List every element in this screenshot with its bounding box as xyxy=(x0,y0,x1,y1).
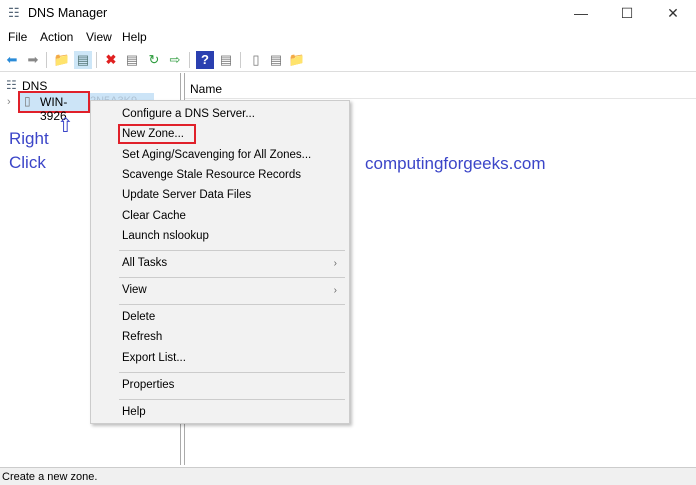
toolbar-separator xyxy=(96,52,97,68)
watermark: computingforgeeks.com xyxy=(365,154,546,173)
menu-action[interactable]: Action xyxy=(40,30,73,44)
menu-item-export[interactable]: Export List... xyxy=(122,352,186,364)
toolbar-separator xyxy=(46,52,47,68)
menu-item-nslookup[interactable]: Launch nslookup xyxy=(122,230,209,242)
menu-separator xyxy=(119,277,345,278)
menu-file[interactable]: File xyxy=(8,30,27,44)
export-icon[interactable]: ⇨ xyxy=(166,51,184,69)
menu-item-view[interactable]: View xyxy=(122,284,147,296)
menu-item-new-zone[interactable]: New Zone... xyxy=(122,128,184,140)
menu-item-update-files[interactable]: Update Server Data Files xyxy=(122,189,251,201)
column-header-name[interactable]: Name xyxy=(190,82,222,96)
highlight-box: WIN-3926 xyxy=(18,91,90,123)
annotation-click: Click xyxy=(9,153,46,172)
action-pane-icon[interactable]: ▤ xyxy=(217,51,235,69)
menu-separator xyxy=(119,372,345,373)
status-bar: Create a new zone. xyxy=(0,467,696,485)
menu-bar: File Action View Help xyxy=(0,27,696,47)
status-text: Create a new zone. xyxy=(2,471,98,483)
menu-help[interactable]: Help xyxy=(122,30,147,44)
list-icon[interactable]: ▤ xyxy=(267,51,285,69)
delete-icon[interactable]: ✖ xyxy=(102,51,120,69)
menu-item-aging[interactable]: Set Aging/Scavenging for All Zones... xyxy=(122,149,311,161)
toolbar-separator xyxy=(189,52,190,68)
back-icon[interactable]: ⬅ xyxy=(3,51,21,69)
forward-icon[interactable]: ➡ xyxy=(24,51,42,69)
menu-item-scavenge[interactable]: Scavenge Stale Resource Records xyxy=(122,169,301,181)
arrow-up-icon: ⇧ xyxy=(57,115,74,137)
toolbar-separator xyxy=(240,52,241,68)
maximize-button[interactable]: ☐ xyxy=(604,0,650,27)
submenu-arrow-icon: › xyxy=(333,258,337,269)
header-divider xyxy=(185,98,696,99)
expand-chevron-icon[interactable]: › xyxy=(7,96,11,108)
context-menu: Configure a DNS Server... New Zone... Se… xyxy=(90,100,350,424)
dns-icon: ☷ xyxy=(6,78,17,92)
title-bar: ☷ DNS Manager — ☐ ✕ xyxy=(0,0,696,27)
menu-separator xyxy=(119,304,345,305)
menu-view[interactable]: View xyxy=(86,30,112,44)
submenu-arrow-icon: › xyxy=(333,285,337,296)
minimize-button[interactable]: — xyxy=(558,0,604,27)
menu-item-properties[interactable]: Properties xyxy=(122,379,174,391)
dns-app-icon: ☷ xyxy=(8,5,20,20)
menu-item-help[interactable]: Help xyxy=(122,406,146,418)
up-folder-icon[interactable]: 📁 xyxy=(53,51,71,69)
window-title: DNS Manager xyxy=(28,6,108,20)
show-hide-tree-icon[interactable]: ▤ xyxy=(74,51,92,69)
annotation-right: Right xyxy=(9,129,49,148)
menu-item-all-tasks[interactable]: All Tasks xyxy=(122,257,167,269)
menu-separator xyxy=(119,250,345,251)
menu-item-delete[interactable]: Delete xyxy=(122,311,155,323)
refresh-icon[interactable]: ↻ xyxy=(145,51,163,69)
close-button[interactable]: ✕ xyxy=(650,0,696,27)
server-icon[interactable]: ▯ xyxy=(247,51,265,69)
help-icon[interactable]: ? xyxy=(196,51,214,69)
menu-item-configure[interactable]: Configure a DNS Server... xyxy=(122,108,255,120)
menu-separator xyxy=(119,399,345,400)
toolbar: ⬅ ➡ 📁 ▤ ✖ ▤ ↻ ⇨ ? ▤ ▯ ▤ 📁 xyxy=(0,48,696,72)
menu-item-refresh[interactable]: Refresh xyxy=(122,331,162,343)
properties-icon[interactable]: ▤ xyxy=(123,51,141,69)
zone-folder-icon[interactable]: 📁 xyxy=(288,51,306,69)
menu-item-clear-cache[interactable]: Clear Cache xyxy=(122,210,186,222)
